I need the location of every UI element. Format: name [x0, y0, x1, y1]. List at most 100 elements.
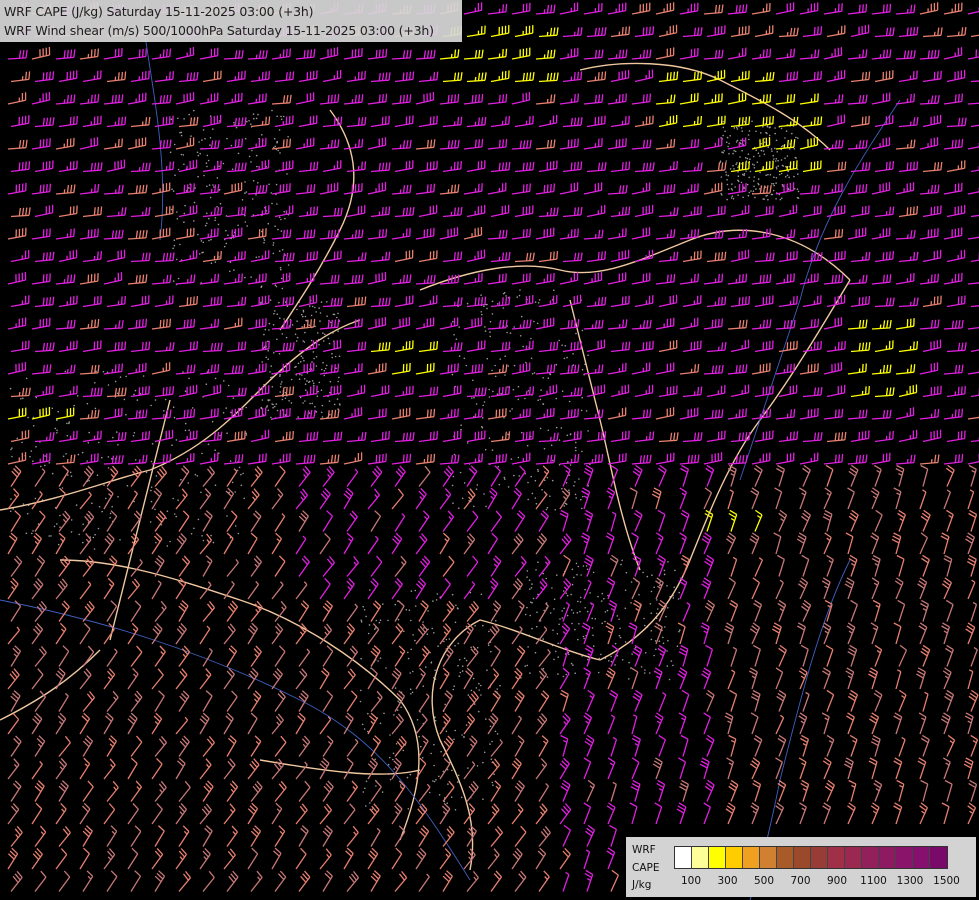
hatch-dot	[255, 117, 258, 120]
wind-barb	[895, 464, 905, 487]
hatch-dot	[337, 330, 339, 332]
hatch-dot	[171, 188, 173, 190]
wind-barb	[750, 712, 759, 735]
hatch-dot	[297, 416, 299, 418]
wind-barb	[175, 757, 186, 780]
wind-barb	[34, 600, 47, 622]
wind-barb	[581, 532, 591, 555]
hatch-dot	[109, 512, 112, 515]
wind-barb	[821, 577, 831, 600]
hatch-dot	[673, 586, 675, 588]
hatch-dot	[755, 149, 757, 151]
hatch-dot	[475, 687, 478, 689]
wind-barb	[415, 362, 435, 375]
wind-barb	[922, 691, 929, 712]
wind-barb	[178, 341, 199, 353]
hatch-dot	[658, 640, 661, 642]
wind-barb	[703, 452, 723, 465]
wind-barb	[10, 465, 22, 487]
hatch-dot	[360, 619, 363, 622]
wind-barb	[415, 847, 427, 870]
wind-barb	[895, 229, 916, 240]
wind-barb	[271, 581, 284, 600]
wind-barb	[274, 870, 287, 892]
wind-barb	[538, 555, 551, 577]
hatch-dot	[585, 410, 588, 412]
hatch-dot	[489, 335, 492, 338]
legend-swatch	[675, 847, 692, 868]
hatch-dot	[748, 191, 751, 194]
hatch-dot	[393, 714, 395, 716]
wind-barb	[319, 182, 339, 195]
wind-barb	[298, 825, 309, 847]
hatch-dot	[741, 130, 743, 132]
wind-barb	[463, 49, 484, 60]
wind-barb	[202, 342, 223, 353]
hatch-dot	[226, 432, 228, 435]
hatch-dot	[336, 316, 338, 319]
wind-barb	[967, 489, 975, 510]
hatch-dot	[571, 568, 574, 571]
wind-barb	[295, 581, 308, 600]
wind-barb	[682, 432, 703, 443]
hatch-dot	[320, 301, 323, 303]
hatch-dot	[758, 155, 761, 157]
wind-barb	[843, 757, 854, 780]
hatch-dot	[650, 612, 653, 614]
hatch-dot	[556, 633, 559, 635]
hatch-dot	[500, 392, 502, 395]
hatch-dot	[580, 498, 582, 501]
wind-barb	[823, 408, 844, 420]
wind-barb	[943, 272, 963, 285]
wind-barb	[706, 115, 726, 128]
wind-barb	[634, 69, 654, 83]
wind-barb	[920, 509, 931, 532]
wind-barb	[586, 251, 607, 263]
wind-barb	[367, 757, 379, 780]
wind-barb	[55, 137, 75, 150]
wind-barb	[680, 509, 690, 532]
wind-barb	[970, 387, 979, 398]
wind-barb	[367, 623, 380, 645]
hatch-dot	[481, 417, 484, 419]
wind-barb	[295, 488, 309, 510]
hatch-dot	[797, 137, 799, 139]
wind-barb	[562, 824, 571, 847]
wind-barb	[394, 555, 407, 577]
hatch-dot	[522, 345, 524, 348]
wind-barb	[199, 452, 219, 465]
hatch-dot	[420, 745, 422, 748]
wind-barb	[874, 430, 894, 443]
hatch-dot	[765, 131, 767, 134]
hatch-dot	[547, 429, 550, 432]
hatch-dot	[107, 456, 110, 458]
wind-barb	[963, 757, 974, 780]
wind-barb	[922, 295, 942, 308]
wind-barb	[730, 296, 751, 308]
wind-barb	[418, 204, 438, 218]
hatch-dot	[112, 436, 114, 439]
hatch-dot	[438, 775, 440, 778]
wind-barb	[295, 137, 315, 150]
hatch-dot	[194, 473, 197, 476]
wind-barb	[802, 116, 823, 128]
wind-barb	[562, 871, 570, 892]
wind-barb	[754, 340, 774, 353]
wind-barb	[466, 205, 486, 218]
hatch-dot	[568, 653, 570, 656]
wind-barb	[845, 667, 855, 690]
wind-barb	[802, 691, 810, 712]
hatch-dot	[554, 650, 557, 653]
hatch-dot	[742, 196, 744, 199]
cape-title: WRF CAPE (J/kg) Saturday 15-11-2025 03:0…	[4, 4, 314, 19]
hatch-dot	[447, 783, 449, 785]
wind-barb	[343, 532, 354, 555]
wind-barb	[7, 92, 27, 105]
hatch-dot	[322, 361, 324, 364]
wind-barb	[943, 453, 964, 465]
hatch-dot	[478, 689, 481, 691]
hatch-dot	[422, 621, 424, 623]
wind-barb	[79, 453, 99, 465]
wind-barb	[802, 160, 822, 173]
wind-barb	[559, 93, 580, 105]
